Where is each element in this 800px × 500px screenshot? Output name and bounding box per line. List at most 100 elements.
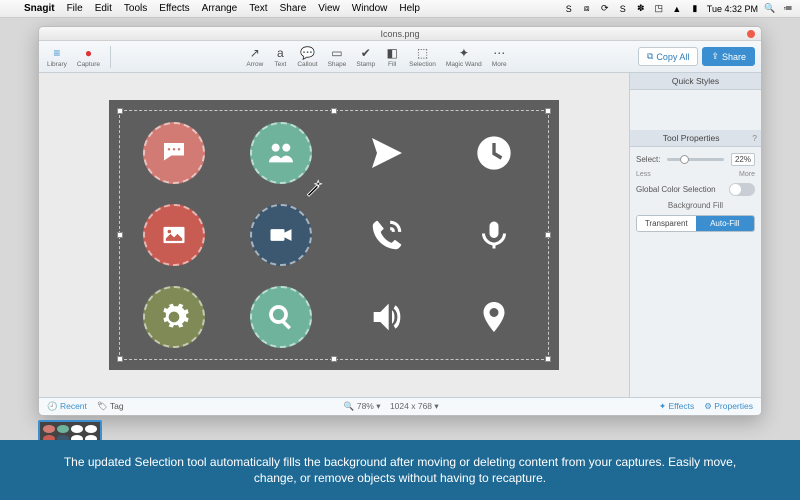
tool-properties-header[interactable]: Tool Properties ? <box>630 130 761 147</box>
slider-min-label: Less <box>636 171 651 178</box>
slider-max-label: More <box>739 171 755 178</box>
selection-marquee[interactable] <box>119 110 549 360</box>
global-color-toggle[interactable] <box>729 183 755 196</box>
tag-button[interactable]: 🏷 Tag <box>97 401 124 412</box>
status-bar: 🕘 Recent 🏷 Tag 🔍 78% ▾ 1024 x 768 ▾ ✦ Ef… <box>39 397 761 415</box>
recent-button[interactable]: 🕘 Recent <box>47 401 87 412</box>
share-icon: ⇪ <box>711 51 719 62</box>
properties-panel: Quick Styles Tool Properties ? Select: 2… <box>629 73 761 397</box>
search-icon[interactable]: 🔍 <box>764 3 776 15</box>
global-color-label: Global Color Selection <box>636 185 716 194</box>
effects-button[interactable]: ✦ Effects <box>659 401 694 412</box>
select-label: Select: <box>636 155 660 164</box>
snagit-tray-icon[interactable]: S <box>617 3 629 15</box>
menu-edit[interactable]: Edit <box>89 3 118 14</box>
battery-icon[interactable]: ▮ <box>689 3 701 15</box>
fill-label: Fill <box>388 61 396 68</box>
resize-handle[interactable] <box>545 232 551 238</box>
menu-extras-icon[interactable]: ≔ <box>782 3 794 15</box>
bg-fill-segment[interactable]: Transparent Auto-Fill <box>636 215 755 232</box>
capture-label: Capture <box>77 61 100 68</box>
stamp-label: Stamp <box>356 61 375 68</box>
seg-autofill[interactable]: Auto-Fill <box>696 216 755 231</box>
menu-view[interactable]: View <box>312 3 346 14</box>
dropbox-icon[interactable]: ⧈ <box>581 3 593 15</box>
tool-magic-wand[interactable]: ✦Magic Wand <box>444 46 484 68</box>
sync-icon[interactable]: ⟳ <box>599 3 611 15</box>
app-menu[interactable]: Snagit <box>18 3 61 14</box>
resize-handle[interactable] <box>331 108 337 114</box>
wifi-icon[interactable]: ▲ <box>671 3 683 15</box>
help-icon[interactable]: ? <box>752 133 757 143</box>
library-button[interactable]: ≡ Library <box>45 46 69 68</box>
tool-properties-label: Tool Properties <box>663 133 720 143</box>
mac-menubar: Snagit File Edit Tools Effects Arrange T… <box>0 0 800 18</box>
selection-label: Selection <box>409 61 436 68</box>
tool-arrow[interactable]: ↗Arrow <box>244 46 265 68</box>
menubar-clock[interactable]: Tue 4:32 PM <box>707 4 758 14</box>
share-button[interactable]: ⇪Share <box>702 47 755 66</box>
tool-more[interactable]: ⋯More <box>490 46 509 68</box>
marketing-caption: The updated Selection tool automatically… <box>0 440 800 500</box>
wand-cursor-icon <box>304 178 324 203</box>
tool-selection[interactable]: ⬚Selection <box>407 46 438 68</box>
stamp-icon: ✔ <box>359 46 373 60</box>
library-icon: ≡ <box>50 46 64 60</box>
canvas-area[interactable] <box>39 73 629 397</box>
fill-icon: ◧ <box>385 46 399 60</box>
tool-callout[interactable]: 💬Callout <box>295 46 319 68</box>
snagit-window: Icons.png ≡ Library ● Capture ↗Arrow aTe… <box>38 26 762 416</box>
quick-styles-header[interactable]: Quick Styles <box>630 73 761 90</box>
evernote-icon[interactable]: ✽ <box>635 3 647 15</box>
resize-handle[interactable] <box>117 232 123 238</box>
resize-handle[interactable] <box>545 356 551 362</box>
main-toolbar: ≡ Library ● Capture ↗Arrow aText 💬Callou… <box>39 41 761 73</box>
text-icon: a <box>273 46 287 60</box>
canvas-image[interactable] <box>109 100 559 370</box>
callout-icon: 💬 <box>300 46 314 60</box>
menu-tools[interactable]: Tools <box>118 3 153 14</box>
chat-icon[interactable]: ◳ <box>653 3 665 15</box>
resize-handle[interactable] <box>117 356 123 362</box>
menu-arrange[interactable]: Arrange <box>196 3 244 14</box>
resize-handle[interactable] <box>331 356 337 362</box>
copy-all-label: Copy All <box>656 52 689 62</box>
wand-icon: ✦ <box>457 46 471 60</box>
properties-button[interactable]: ⚙ Properties <box>704 401 753 412</box>
library-label: Library <box>47 61 67 68</box>
tool-fill[interactable]: ◧Fill <box>383 46 401 68</box>
menu-share[interactable]: Share <box>274 3 313 14</box>
menu-file[interactable]: File <box>61 3 89 14</box>
share-label: Share <box>722 52 746 62</box>
arrow-label: Arrow <box>246 61 263 68</box>
menu-effects[interactable]: Effects <box>153 3 195 14</box>
selection-icon: ⬚ <box>416 46 430 60</box>
capture-button[interactable]: ● Capture <box>75 46 102 68</box>
wand-label: Magic Wand <box>446 61 482 68</box>
callout-label: Callout <box>297 61 317 68</box>
dimensions-indicator[interactable]: 1024 x 768 ▾ <box>390 401 439 411</box>
tool-stamp[interactable]: ✔Stamp <box>354 46 377 68</box>
resize-handle[interactable] <box>545 108 551 114</box>
capture-icon: ● <box>81 46 95 60</box>
menu-text[interactable]: Text <box>243 3 273 14</box>
status-icon[interactable]: S <box>563 3 575 15</box>
notification-badge <box>747 30 755 38</box>
zoom-indicator[interactable]: 🔍 78% ▾ <box>344 401 381 411</box>
menu-window[interactable]: Window <box>346 3 394 14</box>
bg-fill-label: Background Fill <box>636 201 755 210</box>
text-label: Text <box>274 61 286 68</box>
caption-text: The updated Selection tool automatically… <box>60 454 740 486</box>
menu-help[interactable]: Help <box>393 3 426 14</box>
tool-shape[interactable]: ▭Shape <box>326 46 349 68</box>
tool-text[interactable]: aText <box>271 46 289 68</box>
select-percent[interactable]: 22% <box>731 153 755 166</box>
shape-label: Shape <box>328 61 347 68</box>
more-icon: ⋯ <box>492 46 506 60</box>
window-titlebar[interactable]: Icons.png <box>39 27 761 41</box>
shape-icon: ▭ <box>330 46 344 60</box>
select-slider[interactable] <box>667 158 724 161</box>
resize-handle[interactable] <box>117 108 123 114</box>
seg-transparent[interactable]: Transparent <box>637 216 696 231</box>
copy-all-button[interactable]: ⧉Copy All <box>638 47 698 66</box>
